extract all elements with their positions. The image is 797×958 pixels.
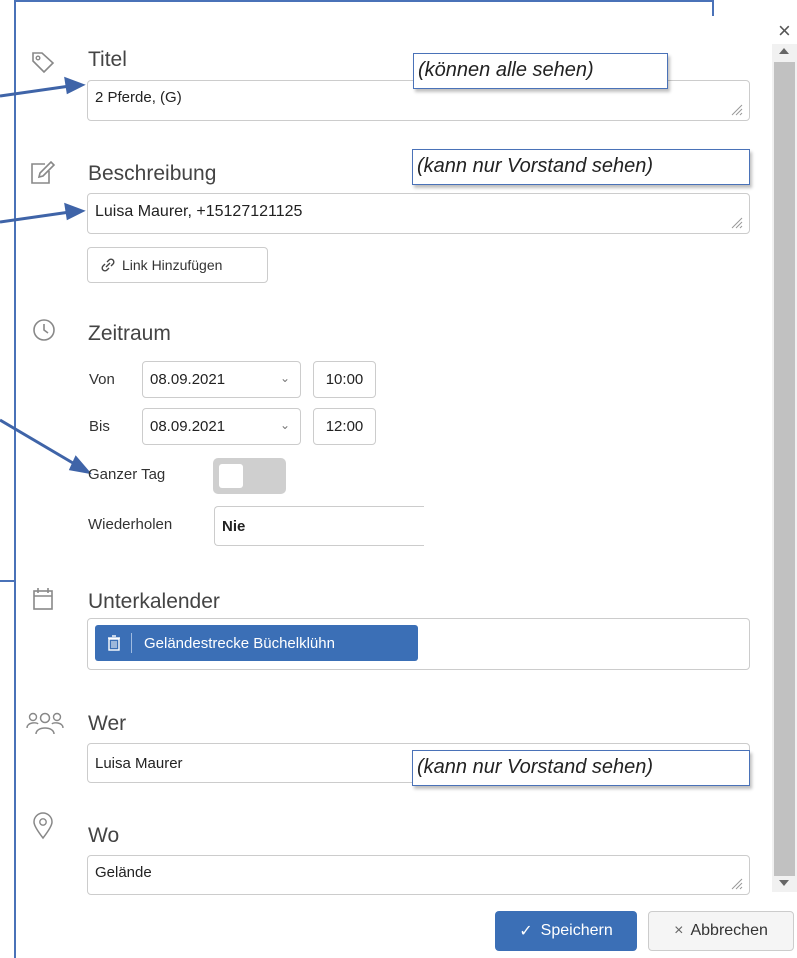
- title-value: 2 Pferde, (G): [95, 89, 182, 106]
- where-input[interactable]: Gelände: [87, 855, 750, 895]
- annotation-note-1: (können alle sehen): [413, 53, 668, 89]
- to-time-value: 12:00: [325, 418, 364, 435]
- from-date-value: 08.09.2021: [150, 371, 226, 388]
- to-label: Bis: [89, 418, 110, 435]
- tag-divider: [131, 633, 132, 653]
- subcalendar-field[interactable]: Geländestrecke Büchelklühn: [87, 618, 750, 670]
- timerange-label: Zeitraum: [88, 322, 171, 345]
- allday-label: Ganzer Tag: [88, 466, 166, 483]
- scrollbar[interactable]: [772, 44, 797, 892]
- calendar-icon: [33, 588, 53, 610]
- to-time-input[interactable]: 12:00: [313, 408, 376, 445]
- repeat-select[interactable]: Nie: [214, 506, 424, 546]
- allday-toggle-knob: [219, 464, 243, 488]
- who-label: Wer: [88, 712, 127, 735]
- description-value: Luisa Maurer, +15127121125: [95, 203, 303, 220]
- chevron-down-icon: ⌄: [279, 371, 290, 385]
- check-icon: ✓: [519, 923, 533, 940]
- who-value: Luisa Maurer: [95, 754, 183, 772]
- tag-icon: [32, 52, 55, 74]
- resize-grip-icon[interactable]: [731, 104, 743, 116]
- from-time-value: 10:00: [325, 371, 364, 388]
- description-input[interactable]: Luisa Maurer, +15127121125: [87, 193, 750, 234]
- edit-icon: [31, 160, 56, 184]
- add-link-button[interactable]: Link Hinzufügen: [87, 247, 268, 283]
- scroll-down-arrow[interactable]: [779, 880, 789, 886]
- trash-icon[interactable]: [107, 635, 121, 651]
- chevron-down-icon: ⌄: [279, 418, 290, 432]
- frame-top: [14, 0, 714, 2]
- description-label: Beschreibung: [88, 162, 217, 185]
- repeat-label: Wiederholen: [88, 516, 173, 533]
- from-time-input[interactable]: 10:00: [313, 361, 376, 398]
- from-date-select[interactable]: 08.09.2021 ⌄: [142, 361, 301, 398]
- scroll-up-arrow[interactable]: [779, 48, 789, 54]
- location-icon: [33, 812, 53, 840]
- subcalendar-label: Unterkalender: [88, 590, 220, 613]
- scroll-thumb[interactable]: [774, 62, 795, 876]
- from-label: Von: [89, 371, 115, 388]
- to-date-select[interactable]: 08.09.2021 ⌄: [142, 408, 301, 445]
- link-icon: [101, 258, 115, 272]
- subcalendar-tag[interactable]: Geländestrecke Büchelklühn: [95, 625, 418, 661]
- to-date-value: 08.09.2021: [150, 418, 226, 435]
- where-value: Gelände: [95, 864, 152, 881]
- clock-icon: [33, 319, 55, 341]
- frame-hline-1: [0, 580, 16, 582]
- resize-grip-icon[interactable]: [731, 217, 743, 229]
- save-button[interactable]: ✓ Speichern: [495, 911, 637, 951]
- title-label: Titel: [88, 48, 127, 71]
- where-label: Wo: [88, 824, 120, 847]
- x-icon: ×: [674, 922, 684, 939]
- frame-right: [712, 0, 714, 16]
- people-icon: [26, 712, 64, 735]
- close-button[interactable]: ×: [778, 18, 791, 44]
- cancel-label: Abbrechen: [690, 922, 768, 939]
- save-label: Speichern: [540, 922, 613, 939]
- annotation-note-3: (kann nur Vorstand sehen): [412, 750, 750, 786]
- cancel-button[interactable]: × Abbrechen: [648, 911, 794, 951]
- subcalendar-tag-label: Geländestrecke Büchelklühn: [144, 634, 335, 652]
- resize-grip-icon[interactable]: [731, 878, 743, 890]
- repeat-value: Nie: [222, 517, 246, 535]
- allday-toggle[interactable]: [213, 458, 286, 494]
- annotation-note-2: (kann nur Vorstand sehen): [412, 149, 750, 185]
- add-link-label: Link Hinzufügen: [122, 257, 223, 273]
